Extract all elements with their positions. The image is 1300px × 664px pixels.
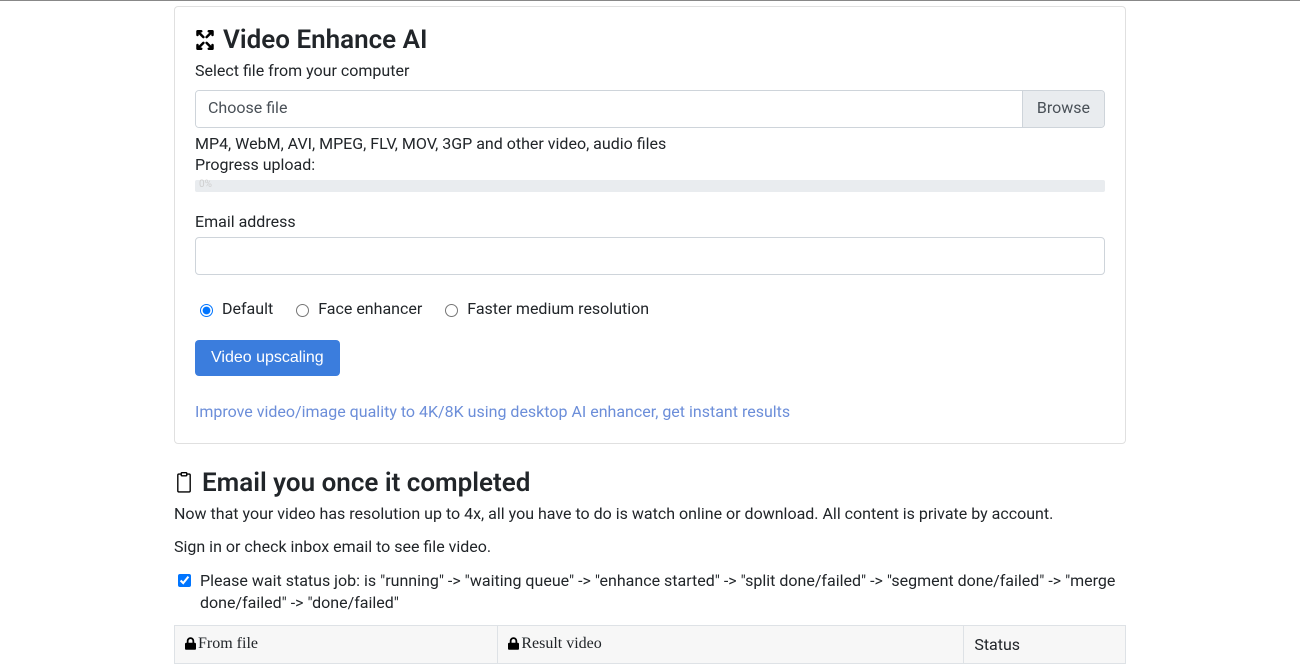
- signin-note: Sign in or check inbox email to see file…: [174, 537, 1126, 556]
- lock-icon: [508, 637, 519, 650]
- video-upscaling-button[interactable]: Video upscaling: [195, 340, 340, 376]
- upload-card: Video Enhance AI Select file from your c…: [174, 6, 1126, 444]
- formats-hint: MP4, WebM, AVI, MPEG, FLV, MOV, 3GP and …: [195, 134, 1105, 153]
- option-faster-label: Faster medium resolution: [467, 299, 649, 318]
- lock-icon: [185, 637, 196, 650]
- option-face-radio[interactable]: [296, 304, 309, 317]
- expand-arrows-icon: [195, 30, 215, 50]
- browse-button[interactable]: Browse: [1022, 91, 1104, 127]
- file-picker-placeholder: Choose file: [196, 91, 1022, 127]
- paste-icon: [174, 472, 194, 494]
- progress-label: Progress upload:: [195, 155, 1105, 174]
- table-header-status: Status: [964, 625, 1126, 664]
- option-face-label: Face enhancer: [318, 299, 422, 318]
- option-default-radio[interactable]: [200, 304, 213, 317]
- desktop-enhancer-link[interactable]: Improve video/image quality to 4K/8K usi…: [195, 402, 790, 421]
- status-checkbox[interactable]: [178, 574, 191, 587]
- option-face[interactable]: Face enhancer: [291, 299, 422, 318]
- results-title: Email you once it completed: [174, 468, 1126, 498]
- results-title-text: Email you once it completed: [202, 468, 530, 498]
- upload-subtitle: Select file from your computer: [195, 61, 1105, 80]
- results-intro: Now that your video has resolution up to…: [174, 504, 1126, 523]
- progress-percent: 0%: [199, 179, 212, 190]
- table-header-result-label: Result video: [521, 635, 601, 653]
- email-field[interactable]: [195, 237, 1105, 275]
- upload-title-text: Video Enhance AI: [223, 25, 427, 55]
- status-row: Please wait status job: is "running" -> …: [174, 570, 1126, 615]
- upload-title: Video Enhance AI: [195, 25, 1105, 55]
- option-faster[interactable]: Faster medium resolution: [440, 299, 649, 318]
- status-text: Please wait status job: is "running" -> …: [200, 570, 1126, 615]
- enhance-options: Default Face enhancer Faster medium reso…: [195, 299, 1105, 318]
- results-table: From file Result video Status: [174, 625, 1126, 664]
- table-header-from-label: From file: [198, 635, 258, 653]
- option-faster-radio[interactable]: [445, 304, 458, 317]
- email-label: Email address: [195, 212, 1105, 231]
- table-header-result: Result video: [498, 625, 964, 664]
- table-header-from: From file: [175, 625, 498, 664]
- table-header-status-label: Status: [974, 635, 1020, 654]
- option-default-label: Default: [222, 299, 273, 318]
- upload-progress-bar: 0%: [195, 180, 1105, 192]
- file-picker[interactable]: Choose file Browse: [195, 90, 1105, 128]
- option-default[interactable]: Default: [195, 299, 273, 318]
